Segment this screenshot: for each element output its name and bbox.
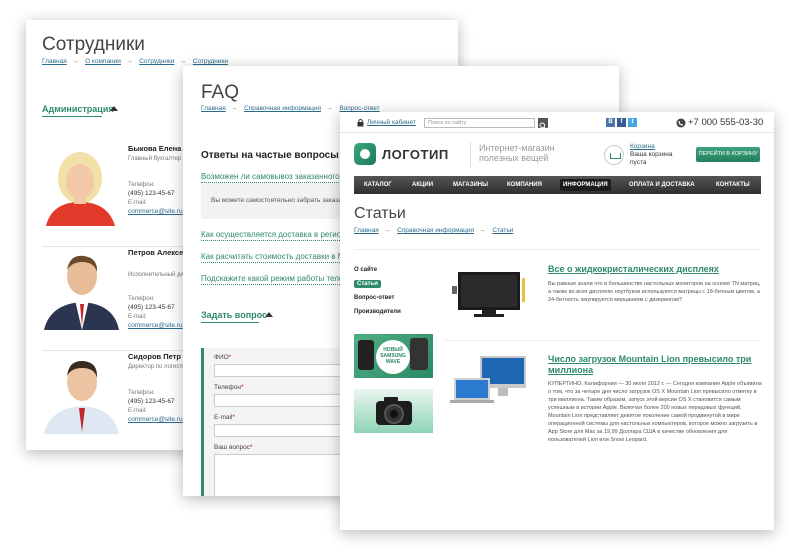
- employee-name: Быкова Елена В: [128, 144, 189, 153]
- phone-label: Телефон*: [214, 384, 244, 391]
- cart-icon[interactable]: [604, 145, 624, 165]
- page-title: Статьи: [354, 205, 406, 222]
- chevron-up-icon[interactable]: [110, 106, 118, 111]
- nav-catalog[interactable]: КАТАЛОГ: [364, 176, 392, 194]
- nav-stores[interactable]: МАГАЗИНЫ: [453, 176, 488, 194]
- breadcrumb-reference[interactable]: Справочная информация: [244, 105, 321, 112]
- phone-label: Телефон:: [128, 296, 155, 302]
- phone-label: Телефон:: [128, 182, 155, 188]
- article-title[interactable]: Все о жидкокристалических дисплеях: [548, 264, 763, 275]
- camera-banner[interactable]: [354, 389, 433, 433]
- breadcrumb-home[interactable]: Главная: [42, 58, 67, 65]
- divider: [470, 142, 471, 168]
- search-icon: [539, 122, 547, 130]
- employee-name: Сидоров Петр С: [128, 352, 189, 361]
- header-phone: +7 000 555-03-30: [688, 117, 764, 128]
- breadcrumb: Главная → Справочная информация → Статьи: [354, 227, 514, 234]
- employee-phone: (495) 123-45-67: [128, 304, 175, 311]
- sidebar-item-about[interactable]: О сайте: [354, 267, 377, 273]
- divider: [444, 340, 760, 341]
- banner-text: НОВЫЙ SAMSUNG WAVE: [380, 347, 406, 365]
- sidebar-item-manufacturers[interactable]: Производители: [354, 309, 401, 315]
- faq-question[interactable]: Как расчитать стоимость доставки в М: [201, 252, 345, 263]
- cart-info: Корзина Ваша корзина пуста: [630, 143, 673, 166]
- breadcrumb-faq[interactable]: Вопрос-ответ: [339, 105, 379, 112]
- personal-cabinet-link[interactable]: Личный кабинет: [367, 119, 416, 126]
- nav-contacts[interactable]: КОНТАКТЫ: [716, 176, 750, 194]
- email-label: E-mail:: [128, 408, 147, 414]
- samsung-wave-banner[interactable]: НОВЫЙ SAMSUNG WAVE: [354, 334, 433, 378]
- twitter-icon[interactable]: t: [628, 118, 637, 127]
- articles-page-card: Личный кабинет Поиск по сайту B f t +7 0…: [340, 112, 774, 530]
- email-label: E-mail:: [128, 200, 147, 206]
- monitor-image: [452, 272, 525, 317]
- faq-question[interactable]: Подскажите какой режим работы телеф: [201, 274, 350, 285]
- page-title: FAQ: [201, 82, 240, 103]
- section-administration[interactable]: Администрация: [42, 104, 114, 114]
- sidebar-item-faq[interactable]: Вопрос-ответ: [354, 295, 394, 301]
- email-label: E-mail:: [128, 314, 147, 320]
- breadcrumb-reference[interactable]: Справочная информация: [397, 227, 474, 234]
- breadcrumb-employees-current[interactable]: Сотрудники: [193, 58, 228, 65]
- breadcrumb-employees[interactable]: Сотрудники: [139, 58, 174, 65]
- article-text: Вы равные знали что в большинстве настол…: [548, 281, 761, 303]
- logo-icon[interactable]: [354, 143, 376, 165]
- employee-photo: [42, 144, 119, 226]
- email-label: E-mail*: [214, 414, 235, 421]
- cart-link[interactable]: Корзина: [630, 143, 655, 150]
- nav-information[interactable]: ИНФОРМАЦИЯ: [560, 179, 611, 191]
- main-nav: КАТАЛОГ АКЦИИ МАГАЗИНЫ КОМПАНИЯ ИНФОРМАЦ…: [354, 176, 761, 194]
- logo[interactable]: ЛОГОТИП: [382, 147, 449, 162]
- search-input[interactable]: Поиск по сайту: [424, 118, 535, 128]
- faq-heading: Ответы на частые вопросы: [201, 150, 339, 161]
- sidebar-item-articles[interactable]: Статьи: [354, 280, 381, 288]
- employee-phone: (495) 123-45-67: [128, 190, 175, 197]
- employee-role: Главный бухгалтер: [128, 156, 182, 162]
- page-title: Сотрудники: [42, 34, 145, 55]
- nav-payment-delivery[interactable]: ОПЛАТА И ДОСТАВКА: [629, 176, 695, 194]
- section-underline: [201, 322, 259, 323]
- employee-email[interactable]: commerce@site.ru: [128, 322, 183, 329]
- breadcrumb-about[interactable]: О компании: [85, 58, 121, 65]
- nav-company[interactable]: КОМПАНИЯ: [507, 176, 542, 194]
- divider: [354, 249, 760, 250]
- breadcrumb: Главная → О компании → Сотрудники → Сотрудн…: [42, 58, 228, 65]
- employee-photo: [42, 352, 119, 434]
- faq-question[interactable]: Как осуществляется доставка в регион: [201, 230, 346, 241]
- lock-icon: [357, 118, 364, 127]
- breadcrumb-separator: →: [71, 58, 79, 65]
- phone-label: Телефон:: [128, 390, 155, 396]
- slogan: Интернет-магазин полезных вещей: [479, 143, 555, 163]
- breadcrumb-home[interactable]: Главная: [354, 227, 379, 234]
- article-title[interactable]: Число загрузок Mountain Lion превысило т…: [548, 354, 763, 376]
- employee-role: Исполнительный дире: [128, 272, 191, 278]
- go-to-cart-button[interactable]: ПЕРЕЙТИ В КОРЗИНУ: [696, 147, 760, 162]
- search-button[interactable]: [538, 118, 548, 130]
- employee-email[interactable]: commerce@site.ru: [128, 416, 183, 423]
- facebook-icon[interactable]: f: [617, 118, 626, 127]
- section-underline: [42, 116, 102, 117]
- breadcrumb-home[interactable]: Главная: [201, 105, 226, 112]
- article-text: КУПЕРТИНО, Калифорния — 30 июля 2012 г. …: [548, 381, 762, 443]
- ask-question-section[interactable]: Задать вопрос: [201, 310, 267, 320]
- phone-icon: [676, 118, 686, 128]
- mac-devices-image: [450, 356, 526, 403]
- breadcrumb: Главная → Справочная информация → Вопрос-о…: [201, 105, 380, 112]
- question-label: Ваш вопрос*: [214, 444, 253, 451]
- name-label: ФИО*: [214, 354, 232, 361]
- vk-icon[interactable]: B: [606, 118, 615, 127]
- chevron-up-icon[interactable]: [265, 312, 273, 317]
- nav-promotions[interactable]: АКЦИИ: [412, 176, 433, 194]
- faq-question[interactable]: Возможен ли самовывоз заказанного т: [201, 172, 346, 183]
- employee-photo: [42, 248, 119, 330]
- employee-email[interactable]: commerce@site.ru: [128, 208, 183, 215]
- breadcrumb-articles[interactable]: Статьи: [492, 227, 513, 234]
- employee-role: Директор по логистик: [128, 364, 189, 370]
- employee-phone: (495) 123-45-67: [128, 398, 175, 405]
- camera-icon: [376, 397, 412, 425]
